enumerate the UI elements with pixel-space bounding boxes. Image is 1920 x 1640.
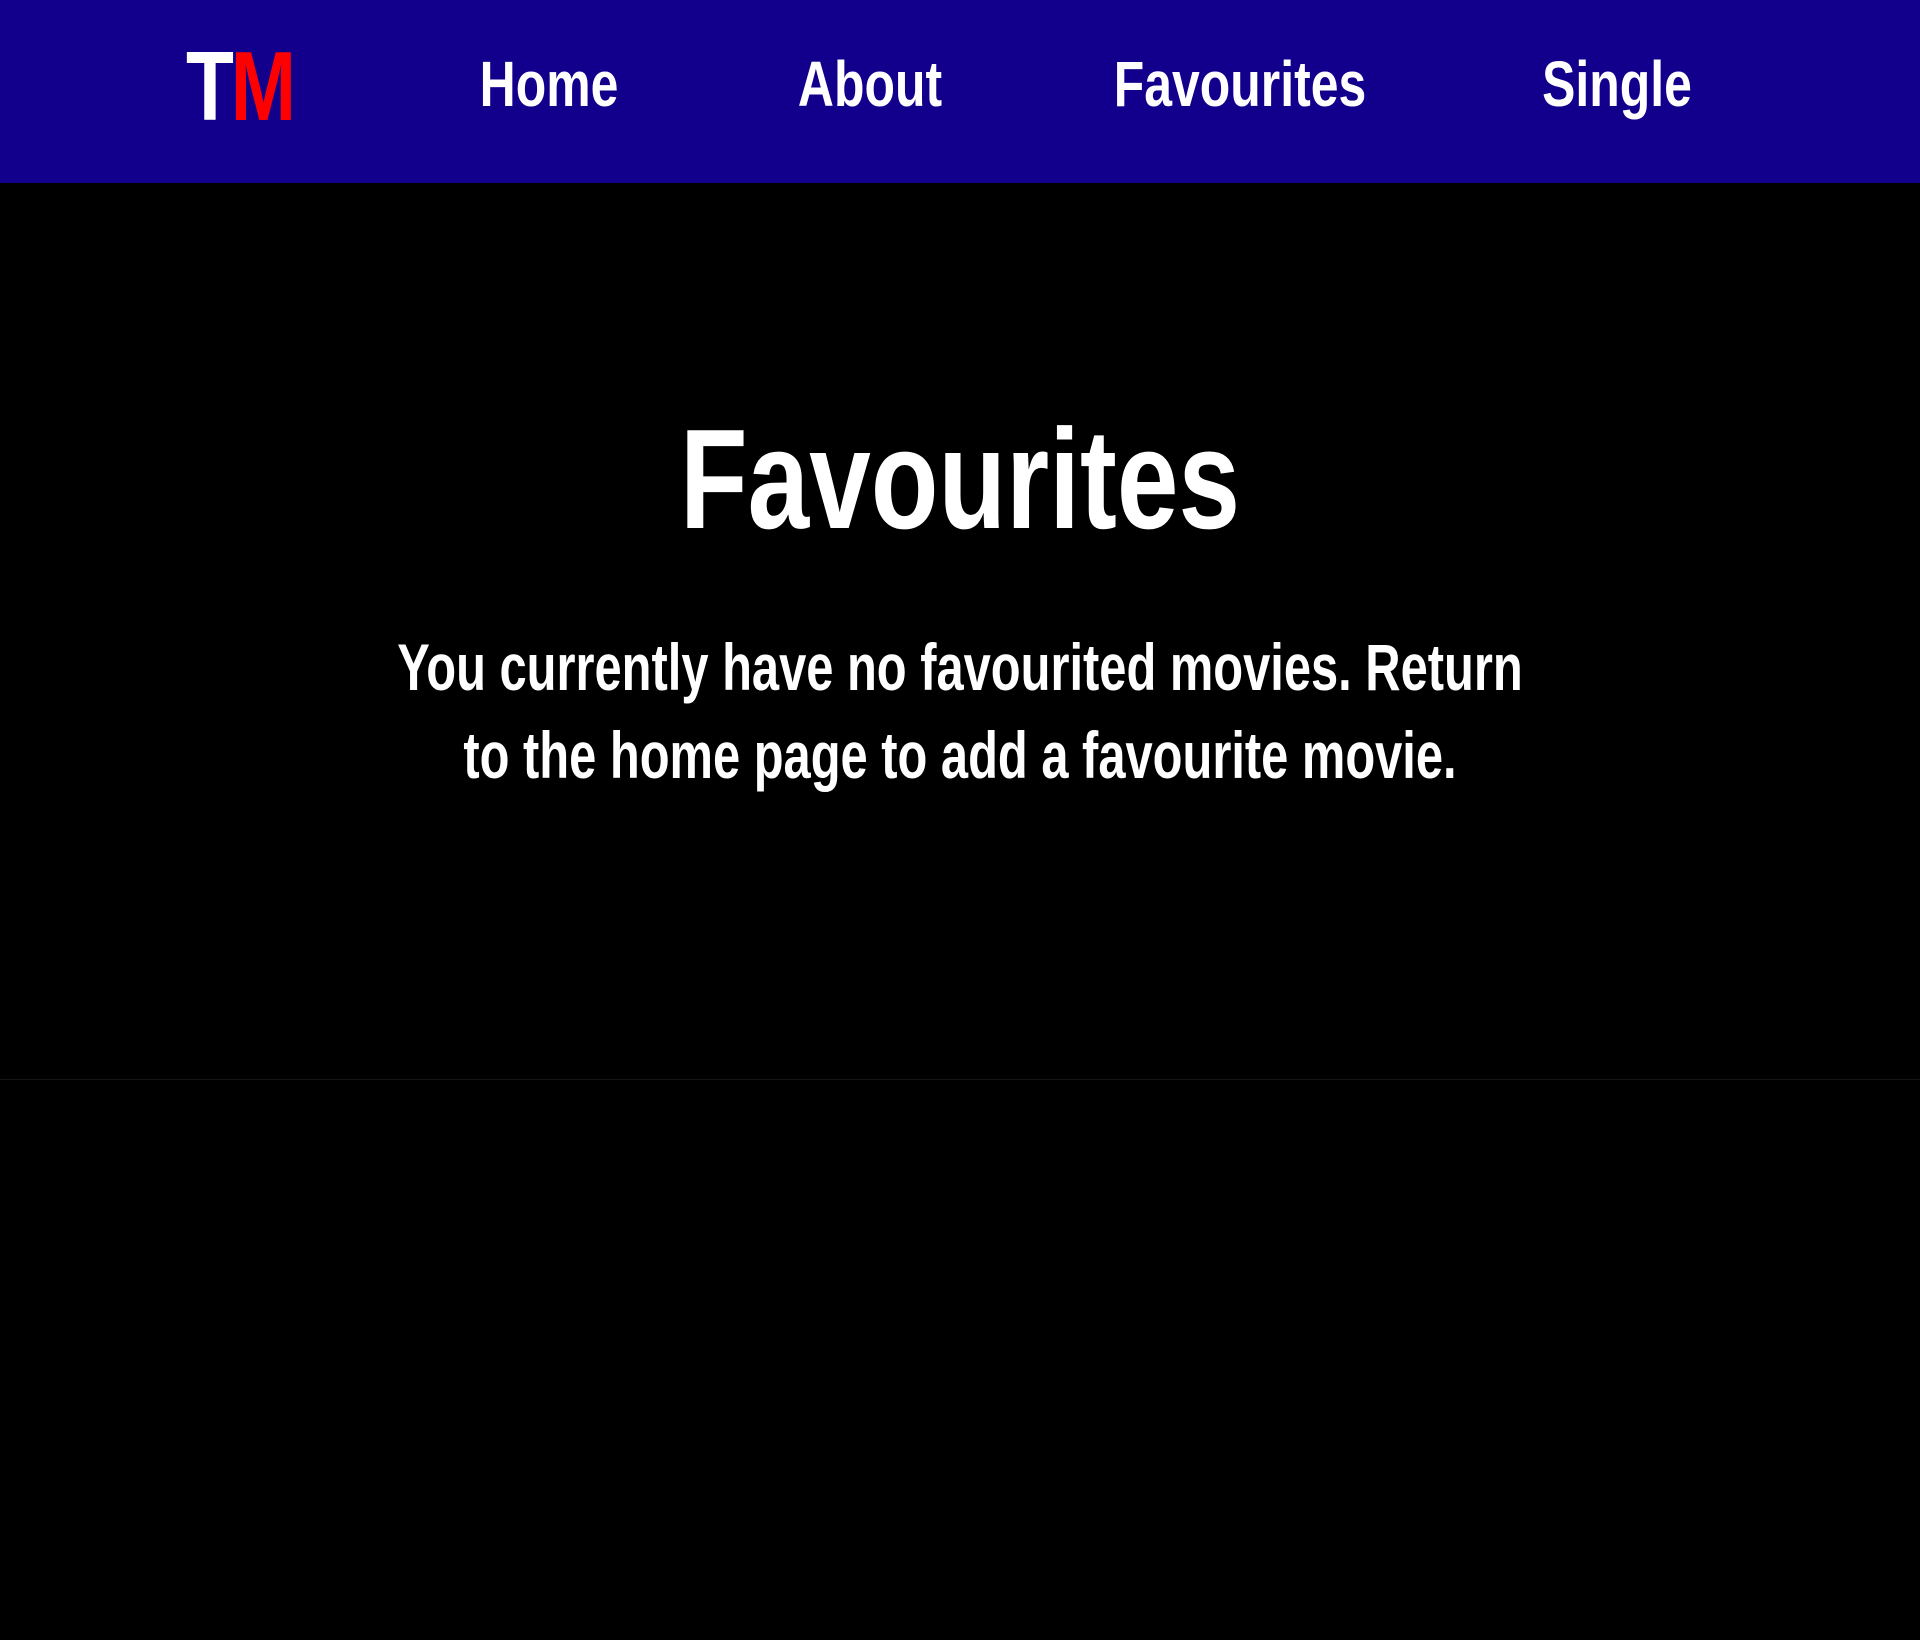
nav-link-single[interactable]: Single	[1542, 44, 1692, 124]
logo-letter-m: M	[230, 30, 296, 141]
empty-favourites-message: You currently have no favourited movies.…	[397, 630, 1523, 792]
logo-letter-t: T	[186, 30, 234, 141]
nav-link-home[interactable]: Home	[480, 44, 619, 124]
nav-link-favourites[interactable]: Favourites	[1114, 44, 1366, 124]
page-title: Favourites	[679, 400, 1241, 559]
favourites-section: Favourites You currently have no favouri…	[0, 183, 1920, 1079]
logo-link[interactable]: TM	[186, 31, 296, 141]
nav-link-about[interactable]: About	[798, 44, 942, 124]
top-navbar: TM Home About Favourites Single	[0, 0, 1920, 183]
footer-area	[0, 1080, 1920, 1640]
